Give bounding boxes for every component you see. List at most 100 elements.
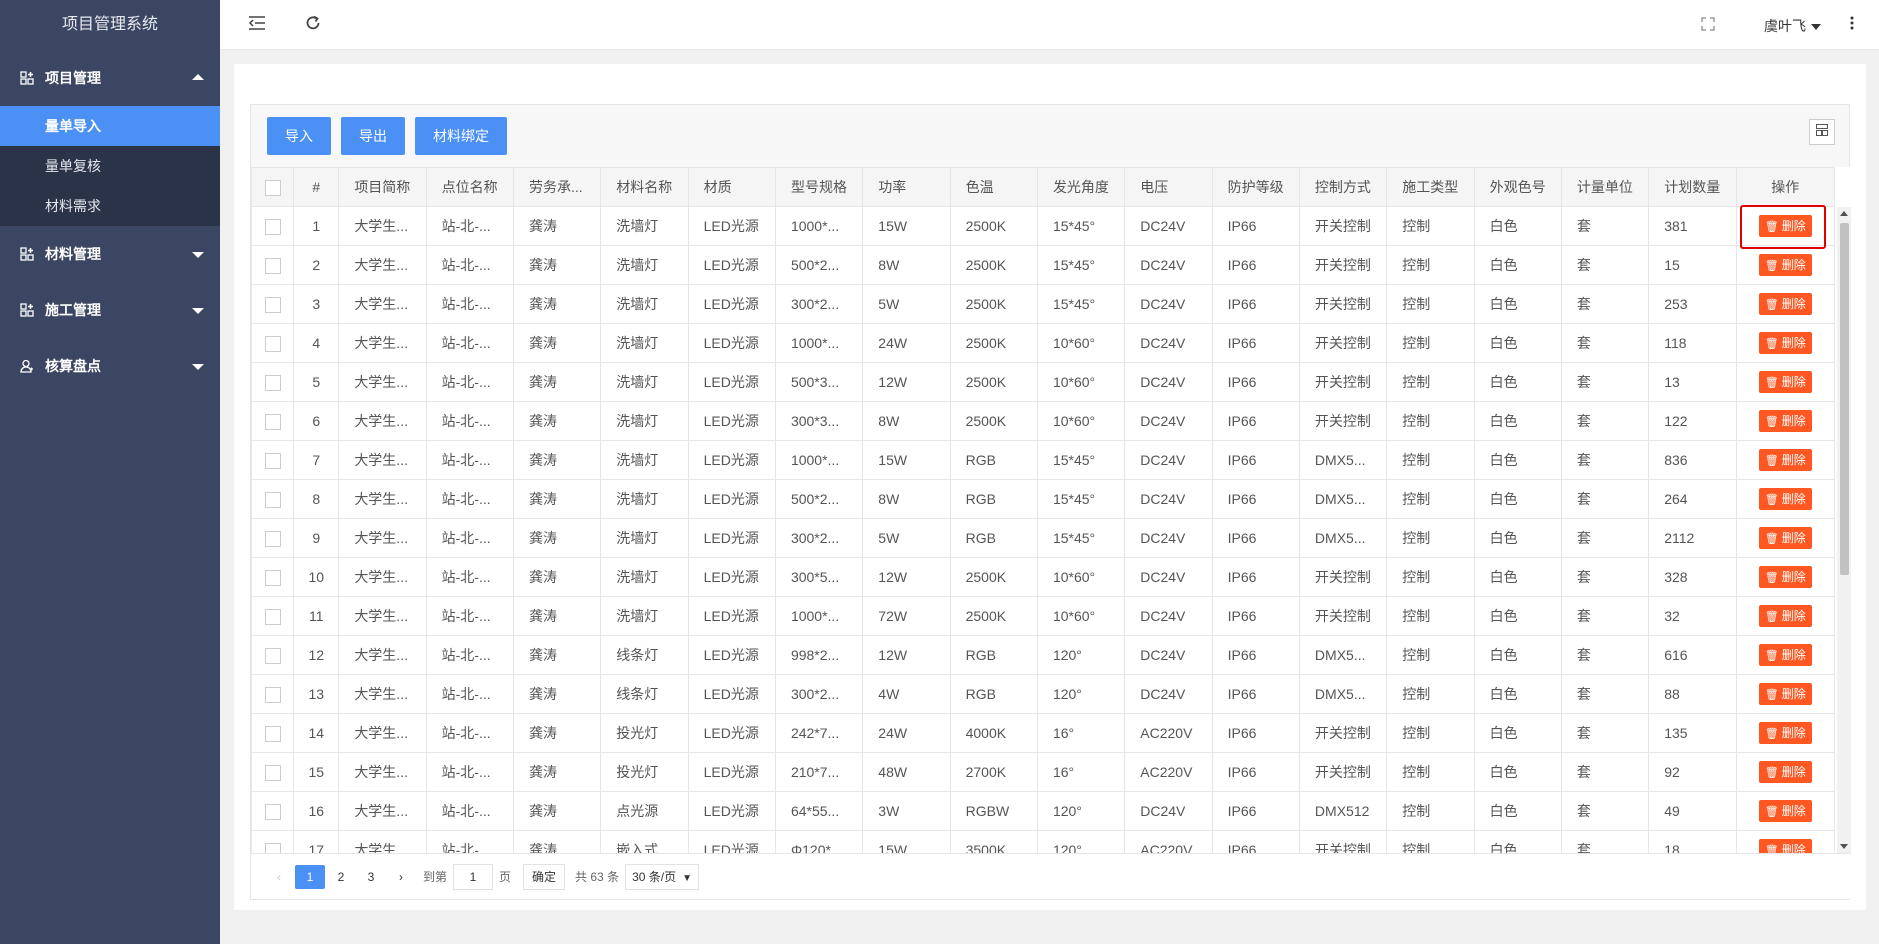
delete-button[interactable]: 🗑 删除 <box>1758 644 1812 666</box>
table-cell: 站-北-... <box>425 791 514 831</box>
import-button[interactable]: 导入 <box>267 117 331 155</box>
table-cell: 控制 <box>1386 635 1475 675</box>
row-checkbox[interactable] <box>251 323 295 363</box>
table-cell: 站-北-... <box>425 245 514 285</box>
table-cell: 3W <box>862 791 951 831</box>
table-cell: 套 <box>1560 557 1650 597</box>
row-checkbox[interactable] <box>251 791 295 831</box>
row-actions: 🗑 删除 <box>1735 830 1836 853</box>
user-menu[interactable]: 虞叶飞 <box>1764 16 1821 36</box>
page-jump-input[interactable]: 1 <box>453 863 494 890</box>
row-checkbox[interactable] <box>251 401 295 441</box>
table-cell: 2500K <box>949 284 1038 324</box>
delete-button[interactable]: 🗑 删除 <box>1758 488 1812 510</box>
total-count: 共 63 条 <box>575 870 620 884</box>
row-checkbox[interactable] <box>251 752 295 792</box>
delete-button[interactable]: 🗑 删除 <box>1758 254 1812 276</box>
sidebar-item-import[interactable]: 量单导入 <box>0 106 220 146</box>
next-page-icon[interactable]: › <box>387 865 415 889</box>
table-cell: DC24V <box>1124 245 1213 285</box>
scroll-thumb[interactable] <box>1840 223 1849 575</box>
scroll-up-icon[interactable] <box>1840 211 1848 216</box>
row-checkbox[interactable] <box>251 596 295 636</box>
page-1[interactable]: 1 <box>295 864 325 889</box>
sidebar-group-construction[interactable]: 施工管理 <box>0 282 220 338</box>
row-checkbox[interactable] <box>251 284 295 324</box>
table-cell: 16 <box>293 791 340 831</box>
table-cell: 套 <box>1560 713 1650 753</box>
table-cell: 套 <box>1560 518 1650 558</box>
menu-fold-icon[interactable] <box>246 14 268 36</box>
table-cell: DC24V <box>1124 401 1213 441</box>
prev-page-icon[interactable]: ‹ <box>265 865 293 889</box>
scroll-down-icon[interactable] <box>1840 844 1848 849</box>
export-button[interactable]: 导出 <box>341 117 405 155</box>
row-checkbox[interactable] <box>251 518 295 558</box>
confirm-button[interactable]: 确定 <box>523 863 566 890</box>
delete-button[interactable]: 🗑 删除 <box>1758 371 1812 393</box>
delete-button[interactable]: 🗑 删除 <box>1758 722 1812 744</box>
table-cell: 套 <box>1560 440 1650 480</box>
delete-button[interactable]: 🗑 删除 <box>1758 761 1812 783</box>
table-row: 5 大学生... 站-北-... 龚涛 洗墙灯 LED光源 500*3... 12W 2500K… <box>251 362 1836 402</box>
trash-icon: 🗑 <box>1764 338 1779 350</box>
table-cell: 龚涛 <box>512 323 602 363</box>
page-size-select[interactable]: 30 条/页 ▼ <box>625 863 700 890</box>
delete-button[interactable]: 🗑 删除 <box>1758 605 1812 627</box>
material-bind-button[interactable]: 材料绑定 <box>415 117 507 155</box>
row-checkbox[interactable] <box>251 635 295 675</box>
delete-button[interactable]: 🗑 删除 <box>1758 527 1812 549</box>
row-checkbox[interactable] <box>251 557 295 597</box>
delete-label: 删除 <box>1781 531 1806 545</box>
delete-button[interactable]: 🗑 删除 <box>1758 839 1812 853</box>
table-cell: 15*45° <box>1036 284 1126 324</box>
row-checkbox[interactable] <box>251 830 295 853</box>
more-icon[interactable] <box>1841 14 1863 36</box>
table-cell: 龚涛 <box>512 752 602 792</box>
row-checkbox[interactable] <box>251 440 295 480</box>
table-cell: 5W <box>862 284 951 324</box>
sidebar-item-review[interactable]: 量单复核 <box>0 146 220 186</box>
sidebar-group-label: 核算盘点 <box>45 358 101 374</box>
table-cell: 4 <box>293 323 340 363</box>
sidebar-group-accounting[interactable]: 核算盘点 <box>0 338 220 394</box>
delete-label: 删除 <box>1781 765 1806 779</box>
row-checkbox[interactable] <box>251 245 295 285</box>
sidebar-item-demand[interactable]: 材料需求 <box>0 186 220 226</box>
page-3[interactable]: 3 <box>357 865 385 889</box>
table-cell: 站-北-... <box>425 401 514 441</box>
sidebar-group-material[interactable]: 材料管理 <box>0 226 220 282</box>
row-checkbox[interactable] <box>251 362 295 402</box>
delete-button[interactable]: 🗑 删除 <box>1758 293 1812 315</box>
delete-button[interactable]: 🗑 删除 <box>1758 800 1812 822</box>
row-checkbox[interactable] <box>251 674 295 714</box>
delete-button[interactable]: 🗑 删除 <box>1758 683 1812 705</box>
delete-label: 删除 <box>1781 687 1806 701</box>
table-cell: 500*3... <box>774 362 864 402</box>
table-cell: LED光源 <box>687 401 776 441</box>
row-checkbox[interactable] <box>251 479 295 519</box>
column-header: 材质 <box>687 167 776 207</box>
columns-icon[interactable] <box>1809 119 1835 145</box>
delete-label: 删除 <box>1781 453 1806 467</box>
delete-button[interactable]: 🗑 删除 <box>1758 566 1812 588</box>
refresh-icon[interactable] <box>302 14 324 36</box>
select-all-checkbox[interactable] <box>251 167 295 207</box>
row-checkbox[interactable] <box>251 713 295 753</box>
page-2[interactable]: 2 <box>327 865 355 889</box>
table-cell: 2500K <box>949 557 1038 597</box>
table-cell: 大学生... <box>338 401 427 441</box>
table-cell: 1000*... <box>774 440 864 480</box>
delete-button[interactable]: 🗑 删除 <box>1758 332 1812 354</box>
table-cell: 套 <box>1560 674 1650 714</box>
row-checkbox[interactable] <box>251 206 295 246</box>
table-cell: 开关控制 <box>1298 830 1388 853</box>
vertical-scrollbar[interactable] <box>1837 207 1851 853</box>
delete-button[interactable]: 🗑 删除 <box>1758 449 1812 471</box>
delete-button[interactable]: 🗑 删除 <box>1758 410 1812 432</box>
fullscreen-icon[interactable] <box>1697 14 1719 36</box>
table-cell: 15 <box>1648 245 1737 285</box>
sidebar-group-project[interactable]: 项目管理 <box>0 50 220 106</box>
table-cell: 站-北-... <box>425 635 514 675</box>
table-cell: 5 <box>293 362 340 402</box>
